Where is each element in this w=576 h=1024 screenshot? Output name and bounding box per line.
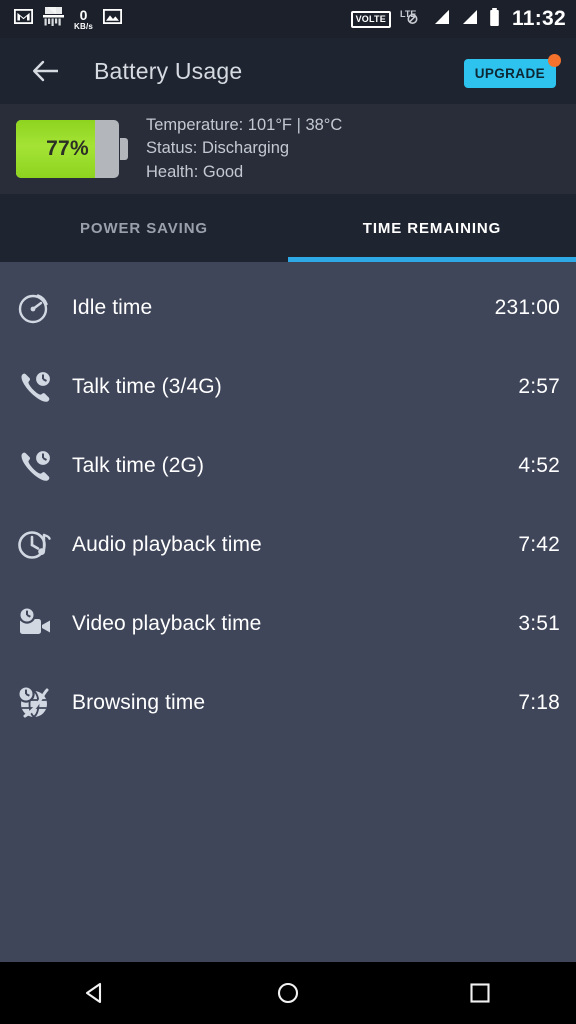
- list-item-label: Idle time: [72, 295, 153, 319]
- battery-icon: [488, 7, 501, 31]
- network-speed-indicator: 0 KB/s: [74, 8, 93, 31]
- list-item-label: Talk time (3/4G): [72, 374, 222, 398]
- tab-active-indicator: [288, 257, 576, 262]
- nav-home-button[interactable]: [253, 968, 323, 1018]
- battery-status: Status: Discharging: [146, 139, 290, 158]
- android-navigation-bar: [0, 962, 576, 1024]
- nav-recents-button[interactable]: [445, 968, 515, 1018]
- battery-body: 77%: [16, 120, 120, 178]
- back-button[interactable]: [26, 51, 66, 91]
- video-clock-icon: [12, 605, 58, 643]
- list-item-value: 2:57: [518, 374, 560, 398]
- status-bar-right-icons: VOLTE LTE 11:32: [350, 7, 566, 31]
- list-item-label: Video playback time: [72, 611, 262, 635]
- idle-gauge-icon: [12, 289, 58, 327]
- gmail-icon: [13, 8, 34, 29]
- status-bar: 0 KB/s VOLTE LTE 11:32: [0, 0, 576, 38]
- battery-details: Temperature: 101°F | 38°C Status: Discha…: [146, 114, 342, 184]
- tab-bar: POWER SAVING TIME REMAINING: [0, 194, 576, 262]
- page-title: Battery Usage: [94, 57, 243, 84]
- network-speed-unit: KB/s: [74, 21, 94, 31]
- nav-home-icon: [277, 982, 299, 1004]
- signal-bars-icon-sim1: [432, 9, 451, 30]
- list-item-audio-playback-time[interactable]: Audio playback time 7:42: [0, 505, 576, 584]
- network-speed-value: 0: [79, 6, 88, 23]
- phone-clock-icon: [12, 447, 58, 485]
- list-item-value: 7:18: [518, 690, 560, 714]
- nav-back-button[interactable]: [61, 968, 131, 1018]
- list-item-talk-time-3g4g[interactable]: Talk time (3/4G) 2:57: [0, 347, 576, 426]
- list-item-talk-time-2g[interactable]: Talk time (2G) 4:52: [0, 426, 576, 505]
- lte-disabled-icon: LTE: [400, 8, 423, 30]
- list-item-browsing-time[interactable]: Browsing time 7:18: [0, 663, 576, 742]
- tab-power-saving[interactable]: POWER SAVING: [0, 194, 288, 262]
- file-shredder-icon: [43, 7, 64, 31]
- list-item-value: 231:00: [494, 295, 560, 319]
- list-item-value: 7:42: [518, 532, 560, 556]
- list-item-label: Talk time (2G): [72, 453, 205, 477]
- signal-bars-icon-sim2: [460, 9, 479, 30]
- phone-clock-icon: [12, 368, 58, 406]
- list-item-label: Browsing time: [72, 690, 206, 714]
- phone-screen: 0 KB/s VOLTE LTE 11:32 Battery Usage UPG…: [0, 0, 576, 1024]
- audio-clock-icon: [12, 526, 58, 564]
- app-bar: Battery Usage UPGRADE: [0, 38, 576, 104]
- time-remaining-list: Idle time 231:00 Talk time (3/4G) 2:57 T…: [0, 262, 576, 962]
- back-arrow-icon: [33, 60, 58, 82]
- list-item-value: 3:51: [518, 611, 560, 635]
- list-item-video-playback-time[interactable]: Video playback time 3:51: [0, 584, 576, 663]
- battery-cap: [120, 138, 128, 160]
- upgrade-notification-dot-icon: [548, 53, 561, 67]
- battery-level-icon: 77%: [16, 119, 128, 179]
- nav-back-icon: [85, 982, 102, 1004]
- tab-time-remaining[interactable]: TIME REMAINING: [288, 194, 576, 262]
- upgrade-button-wrapper: UPGRADE: [463, 53, 562, 88]
- status-bar-left-icons: 0 KB/s: [13, 7, 123, 31]
- battery-temperature: Temperature: 101°F | 38°C: [146, 115, 343, 134]
- status-bar-clock: 11:32: [511, 7, 566, 30]
- battery-health: Health: Good: [146, 162, 244, 181]
- list-item-idle-time[interactable]: Idle time 231:00: [0, 268, 576, 347]
- battery-summary: 77% Temperature: 101°F | 38°C Status: Di…: [0, 104, 576, 194]
- volte-icon: VOLTE: [350, 10, 391, 28]
- battery-percent-label: 77%: [46, 137, 89, 160]
- list-item-label: Audio playback time: [72, 532, 262, 556]
- gallery-photo-icon: [103, 8, 123, 29]
- globe-clock-icon: [12, 684, 58, 722]
- nav-recents-icon: [470, 983, 490, 1003]
- upgrade-button[interactable]: UPGRADE: [463, 58, 556, 88]
- list-item-value: 4:52: [518, 453, 560, 477]
